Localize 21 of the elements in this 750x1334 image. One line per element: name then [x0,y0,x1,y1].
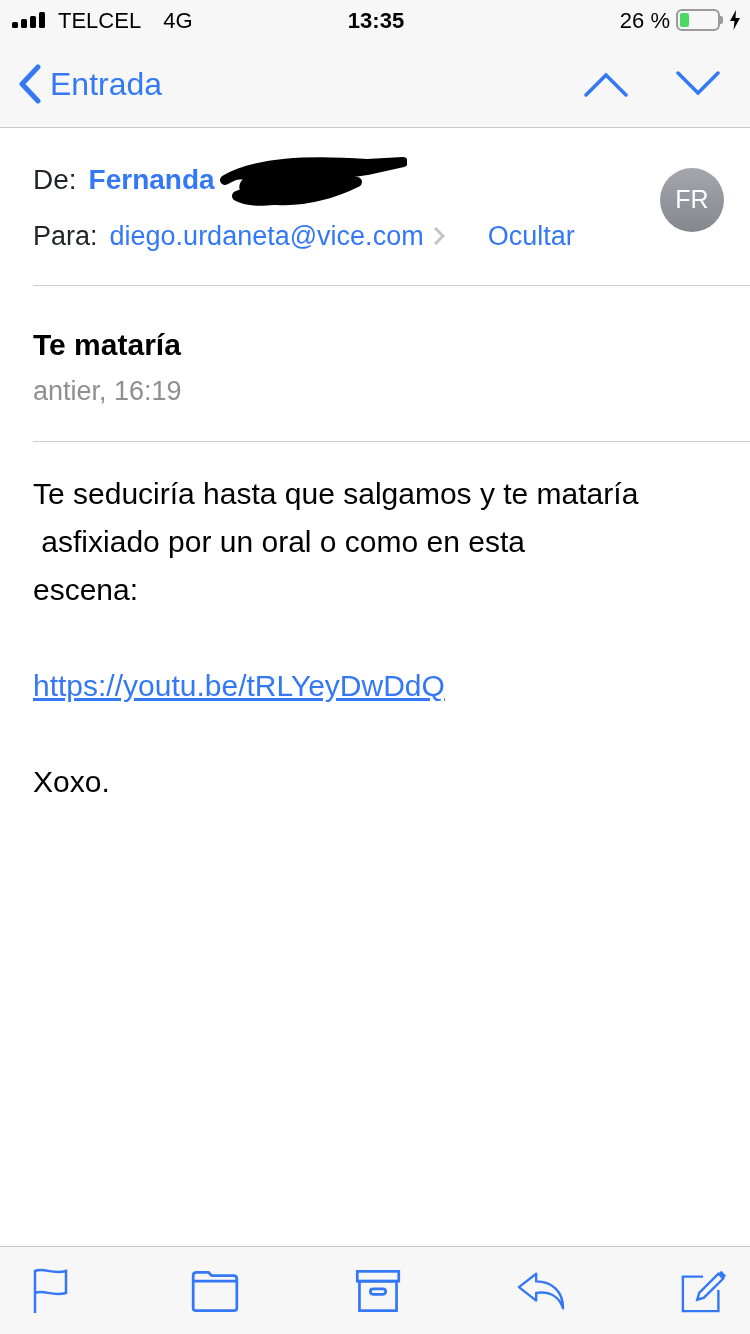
from-label: De: [33,163,77,197]
message-date: antier, 16:19 [33,374,183,408]
chevron-icon [431,225,446,248]
next-message-button[interactable] [676,70,720,97]
to-label: Para: [33,220,98,253]
video-link[interactable]: https://youtu.be/tRLYeyDwDdQ [33,669,445,702]
message-paragraph: Xoxo. [33,764,111,800]
hide-details-link[interactable]: Ocultar [487,216,575,257]
status-time: 13:35 [347,6,405,35]
back-chevron-icon [18,63,42,104]
previous-message-button[interactable] [584,70,628,97]
recipient-address[interactable]: diego.urdaneta@vice.com [109,216,424,257]
sender-name[interactable]: Fernanda [88,159,215,201]
network-type: 4G [163,6,193,35]
battery-percentage: 26 % [619,6,670,35]
carrier-name: TELCEL [58,6,142,35]
message-subject: Te mataría [33,326,182,363]
message-paragraph: Te seduciría hasta que salgamos y te mataría asfixiado por un oral o como en esta escena: [33,476,640,608]
battery-icon [676,9,724,31]
back-button[interactable]: Entrada [18,59,163,108]
avatar: FR [660,168,724,232]
